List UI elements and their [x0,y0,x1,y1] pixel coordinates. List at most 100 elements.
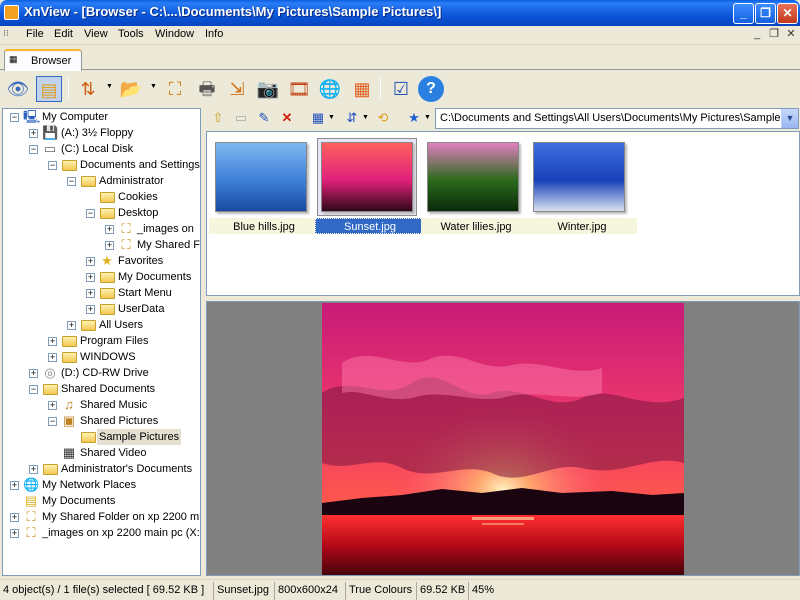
chevron-down-icon[interactable]: ▼ [424,114,431,121]
mdi-close-button[interactable]: ✕ [784,28,798,42]
expand-icon[interactable]: + [67,321,76,330]
collapse-icon[interactable]: − [10,113,19,122]
print-icon[interactable]: 🖶 [194,76,220,102]
globe-icon[interactable]: 🌐 [317,76,343,102]
collapse-icon[interactable]: − [29,385,38,394]
menu-window[interactable]: Window [155,28,194,40]
chevron-down-icon[interactable]: ▼ [328,114,335,121]
tree-node[interactable]: + 🌐 My Network Places [3,477,200,493]
menu-view[interactable]: View [84,28,108,40]
tree-node[interactable]: + ♫ Shared Music [3,397,200,413]
expand-icon[interactable]: + [29,465,38,474]
drive-icon: ▭ [43,141,57,156]
tree-node[interactable]: − ▭ (C:) Local Disk [3,141,200,157]
expand-icon[interactable]: + [86,305,95,314]
expand-icon[interactable]: + [105,225,114,234]
tree-node[interactable]: + ◎ (D:) CD-RW Drive [3,365,200,381]
collapse-icon[interactable]: − [48,417,57,426]
tree-node[interactable]: Sample Pictures [3,429,200,445]
tree-node[interactable]: + WINDOWS [3,349,200,365]
camera-icon[interactable]: 📷 [255,76,281,102]
sort-icon[interactable]: ⇵ [343,109,361,127]
film-strip-icon[interactable]: 🎞 [286,76,312,102]
folder-tree[interactable]: − 🖳 My Computer + 💾 (A:) 3½ Floppy − ▭ (C:) Loca… [2,108,201,576]
sync-icon[interactable]: ⟲ [374,109,392,127]
mdi-minimize-button[interactable]: _ [750,28,764,42]
tree-node[interactable]: + My Documents [3,269,200,285]
collapse-icon[interactable]: − [86,209,95,218]
collapse-icon[interactable]: − [48,161,57,170]
open-folder-icon[interactable]: 📂 [118,76,144,102]
tree-node[interactable]: + ⛶ _images on xp 2200 main pc (X: [3,525,200,541]
tree-node[interactable]: + ⛶ My Shared Folder on xp 2200 m [3,509,200,525]
help-icon[interactable]: ? [418,76,444,102]
tree-node[interactable]: Cookies [3,189,200,205]
checklist-icon[interactable]: ☑ [388,76,414,102]
menu-edit[interactable]: Edit [54,28,73,40]
thumbnail-view[interactable]: Blue hills.jpg Sunset.jpg Water lilies.jpg… [206,131,800,296]
thumbnail-caption: Blue hills.jpg [209,218,319,234]
new-document-icon[interactable]: ▤ [36,76,62,102]
tree-node[interactable]: − Administrator [3,173,200,189]
tree-node[interactable]: + UserData [3,301,200,317]
expand-icon[interactable]: + [10,513,19,522]
chevron-down-icon[interactable]: ▼ [362,114,369,121]
tree-node[interactable]: + ⛶ My Shared F [3,237,200,253]
mdi-restore-button[interactable]: ❐ [767,28,781,42]
tab-browser[interactable]: ▦ Browser [4,49,82,71]
eye-icon[interactable]: 👁 [5,76,31,102]
tree-node[interactable]: + Start Menu [3,285,200,301]
expand-icon[interactable]: + [86,289,95,298]
expand-icon[interactable]: + [29,369,38,378]
tree-node[interactable]: ▦ Shared Video [3,445,200,461]
collapse-icon[interactable]: − [29,145,38,154]
rename-icon[interactable]: ✎ [255,109,273,127]
tree-node[interactable]: + Administrator's Documents [3,461,200,477]
refresh-arrows-icon[interactable]: ⇅ [75,76,101,102]
image-preview-pane[interactable] [206,301,800,576]
tree-node[interactable]: + ⛶ _images on [3,221,200,237]
menu-tools[interactable]: Tools [118,28,144,40]
chevron-down-icon[interactable]: ▼ [150,83,157,90]
xnview-app-icon[interactable] [4,5,19,20]
delete-icon[interactable]: ✕ [278,109,296,127]
expand-icon[interactable]: + [48,353,57,362]
expand-icon[interactable]: + [48,337,57,346]
expand-icon[interactable]: + [48,401,57,410]
expand-icon[interactable]: + [105,241,114,250]
chevron-down-icon[interactable]: ▼ [781,109,798,128]
tree-node[interactable]: ▤ My Documents [3,493,200,509]
view-mode-icon[interactable]: ▦ [309,109,327,127]
up-folder-icon[interactable]: ⇧ [209,109,227,127]
mosaic-icon[interactable]: ▦ [349,76,375,102]
export-icon[interactable]: ⇲ [224,76,250,102]
tree-node[interactable]: + All Users [3,317,200,333]
tree-node[interactable]: − 🖳 My Computer [3,109,200,125]
zoom-fit-icon[interactable]: ⛶ [162,76,188,102]
menu-file[interactable]: File [26,28,44,40]
favorite-star-icon[interactable]: ★ [405,109,423,127]
folder-icon [99,301,115,317]
title-bar[interactable]: XnView - [Browser - C:\...\Documents\My … [0,0,800,26]
expand-icon[interactable]: + [86,273,95,282]
path-combobox[interactable]: C:\Documents and Settings\All Users\Docu… [435,108,799,129]
tree-node[interactable]: − ▣ Shared Pictures [3,413,200,429]
chevron-down-icon[interactable]: ▼ [106,83,113,90]
expand-icon[interactable]: + [10,481,19,490]
tree-node[interactable]: + 💾 (A:) 3½ Floppy [3,125,200,141]
tree-node[interactable]: − Desktop [3,205,200,221]
tree-node[interactable]: + ★ Favorites [3,253,200,269]
expand-icon[interactable]: + [29,129,38,138]
tree-node[interactable]: − Shared Documents [3,381,200,397]
tree-node-label: My Computer [42,111,109,123]
expand-icon[interactable]: + [86,257,95,266]
collapse-icon[interactable]: − [67,177,76,186]
maximize-button[interactable]: ❐ [755,3,776,24]
close-button[interactable]: ✕ [777,3,798,24]
expand-icon[interactable]: + [10,529,19,538]
tree-node[interactable]: − Documents and Settings [3,157,200,173]
menu-info[interactable]: Info [205,28,223,40]
tree-node[interactable]: + Program Files [3,333,200,349]
new-folder-icon[interactable]: ▭ [232,109,250,127]
minimize-button[interactable]: _ [733,3,754,24]
